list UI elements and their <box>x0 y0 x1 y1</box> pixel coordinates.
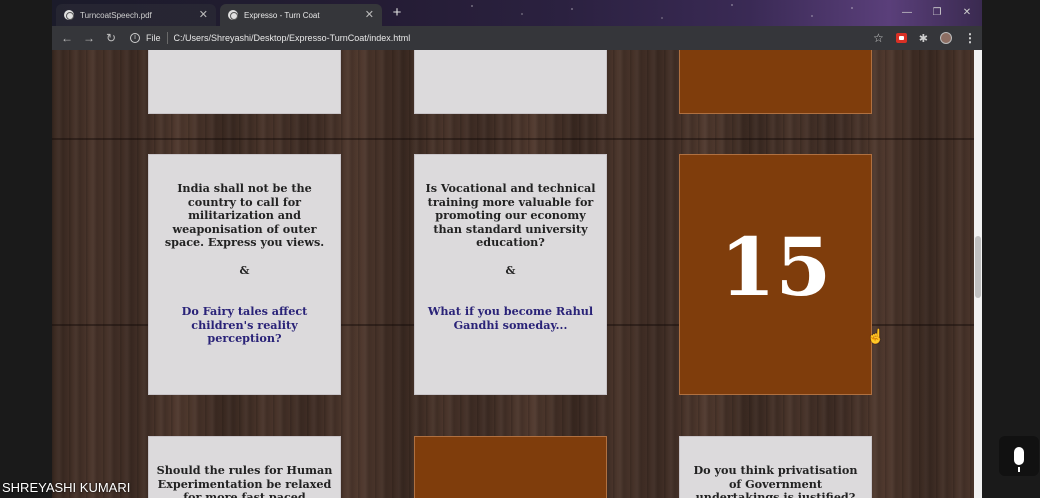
card-question: Do you think privatisation of Government… <box>693 463 858 498</box>
wood-plank-seam <box>52 138 974 140</box>
tab-title: TurncoatSpeech.pdf <box>80 10 152 20</box>
card-question-secondary: Do Fairy tales affect children's reality… <box>181 304 308 345</box>
vertical-scrollbar[interactable] <box>974 50 982 498</box>
divider <box>166 32 168 44</box>
microphone-icon <box>1014 447 1024 472</box>
new-tab-button[interactable]: + <box>388 5 406 23</box>
browser-window: TurncoatSpeech.pdf ✕ Expresso - Turn Coa… <box>52 0 982 498</box>
close-window-button[interactable]: ✕ <box>952 0 982 24</box>
close-tab-icon[interactable]: ✕ <box>199 9 208 21</box>
info-icon[interactable]: i <box>130 33 140 43</box>
card-number: 15 <box>719 220 832 314</box>
card-bottom-right[interactable]: Do you think privatisation of Government… <box>679 436 872 498</box>
card-question: Should the rules for Human Experimentati… <box>156 463 333 498</box>
card-top-middle[interactable] <box>414 50 607 114</box>
tab-turncoat-pdf[interactable]: TurncoatSpeech.pdf ✕ <box>56 4 216 26</box>
scrollbar-thumb[interactable] <box>975 236 981 298</box>
profile-avatar[interactable] <box>940 32 952 44</box>
browser-toolbar: ← → ↻ i File C:/Users/Shreyashi/Desktop/… <box>52 26 982 50</box>
card-mid-left[interactable]: India shall not be the country to call f… <box>148 154 341 395</box>
maximize-button[interactable]: ❐ <box>922 0 952 24</box>
hand-cursor-icon: ☝ <box>867 328 885 344</box>
participant-name-label: SHREYASHI KUMARI <box>2 480 131 495</box>
extensions-puzzle-icon[interactable]: ✱ <box>919 32 928 45</box>
card-separator: & <box>505 264 516 277</box>
reload-button[interactable]: ↻ <box>100 31 122 45</box>
card-top-left[interactable] <box>148 50 341 114</box>
tab-expresso-turn-coat[interactable]: Expresso - Turn Coat ✕ <box>220 4 382 26</box>
file-scheme-label: File <box>146 33 161 43</box>
tab-title: Expresso - Turn Coat <box>244 10 320 20</box>
close-tab-icon[interactable]: ✕ <box>365 9 374 21</box>
card-bottom-middle[interactable] <box>414 436 607 498</box>
microphone-button[interactable] <box>999 436 1039 476</box>
back-button[interactable]: ← <box>56 31 78 45</box>
card-separator: & <box>239 264 250 277</box>
card-top-right[interactable] <box>679 50 872 114</box>
tab-bar: TurncoatSpeech.pdf ✕ Expresso - Turn Coa… <box>52 0 982 26</box>
card-question: India shall not be the country to call f… <box>164 181 325 249</box>
minimize-button[interactable]: — <box>892 0 922 24</box>
screen-share-frame-right <box>982 0 1040 498</box>
address-bar[interactable]: C:/Users/Shreyashi/Desktop/Expresso-Turn… <box>174 33 411 43</box>
forward-button[interactable]: → <box>78 31 100 45</box>
toolbar-actions: ☆ ✱ ⋮ <box>873 26 976 50</box>
menu-dots-icon[interactable]: ⋮ <box>964 31 976 45</box>
page-viewport: India shall not be the country to call f… <box>52 50 974 498</box>
card-bottom-left[interactable]: Should the rules for Human Experimentati… <box>148 436 341 498</box>
globe-icon <box>64 10 74 20</box>
card-question-secondary: What if you become Rahul Gandhi someday.… <box>427 304 594 332</box>
globe-icon <box>228 10 238 20</box>
extension-icon[interactable] <box>895 33 907 43</box>
card-question: Is Vocational and technical training mor… <box>425 181 596 249</box>
bookmark-star-icon[interactable]: ☆ <box>873 31 884 45</box>
card-mid-right[interactable]: 15 <box>679 154 872 395</box>
card-mid-middle[interactable]: Is Vocational and technical training mor… <box>414 154 607 395</box>
screen-share-frame-left <box>0 0 52 498</box>
